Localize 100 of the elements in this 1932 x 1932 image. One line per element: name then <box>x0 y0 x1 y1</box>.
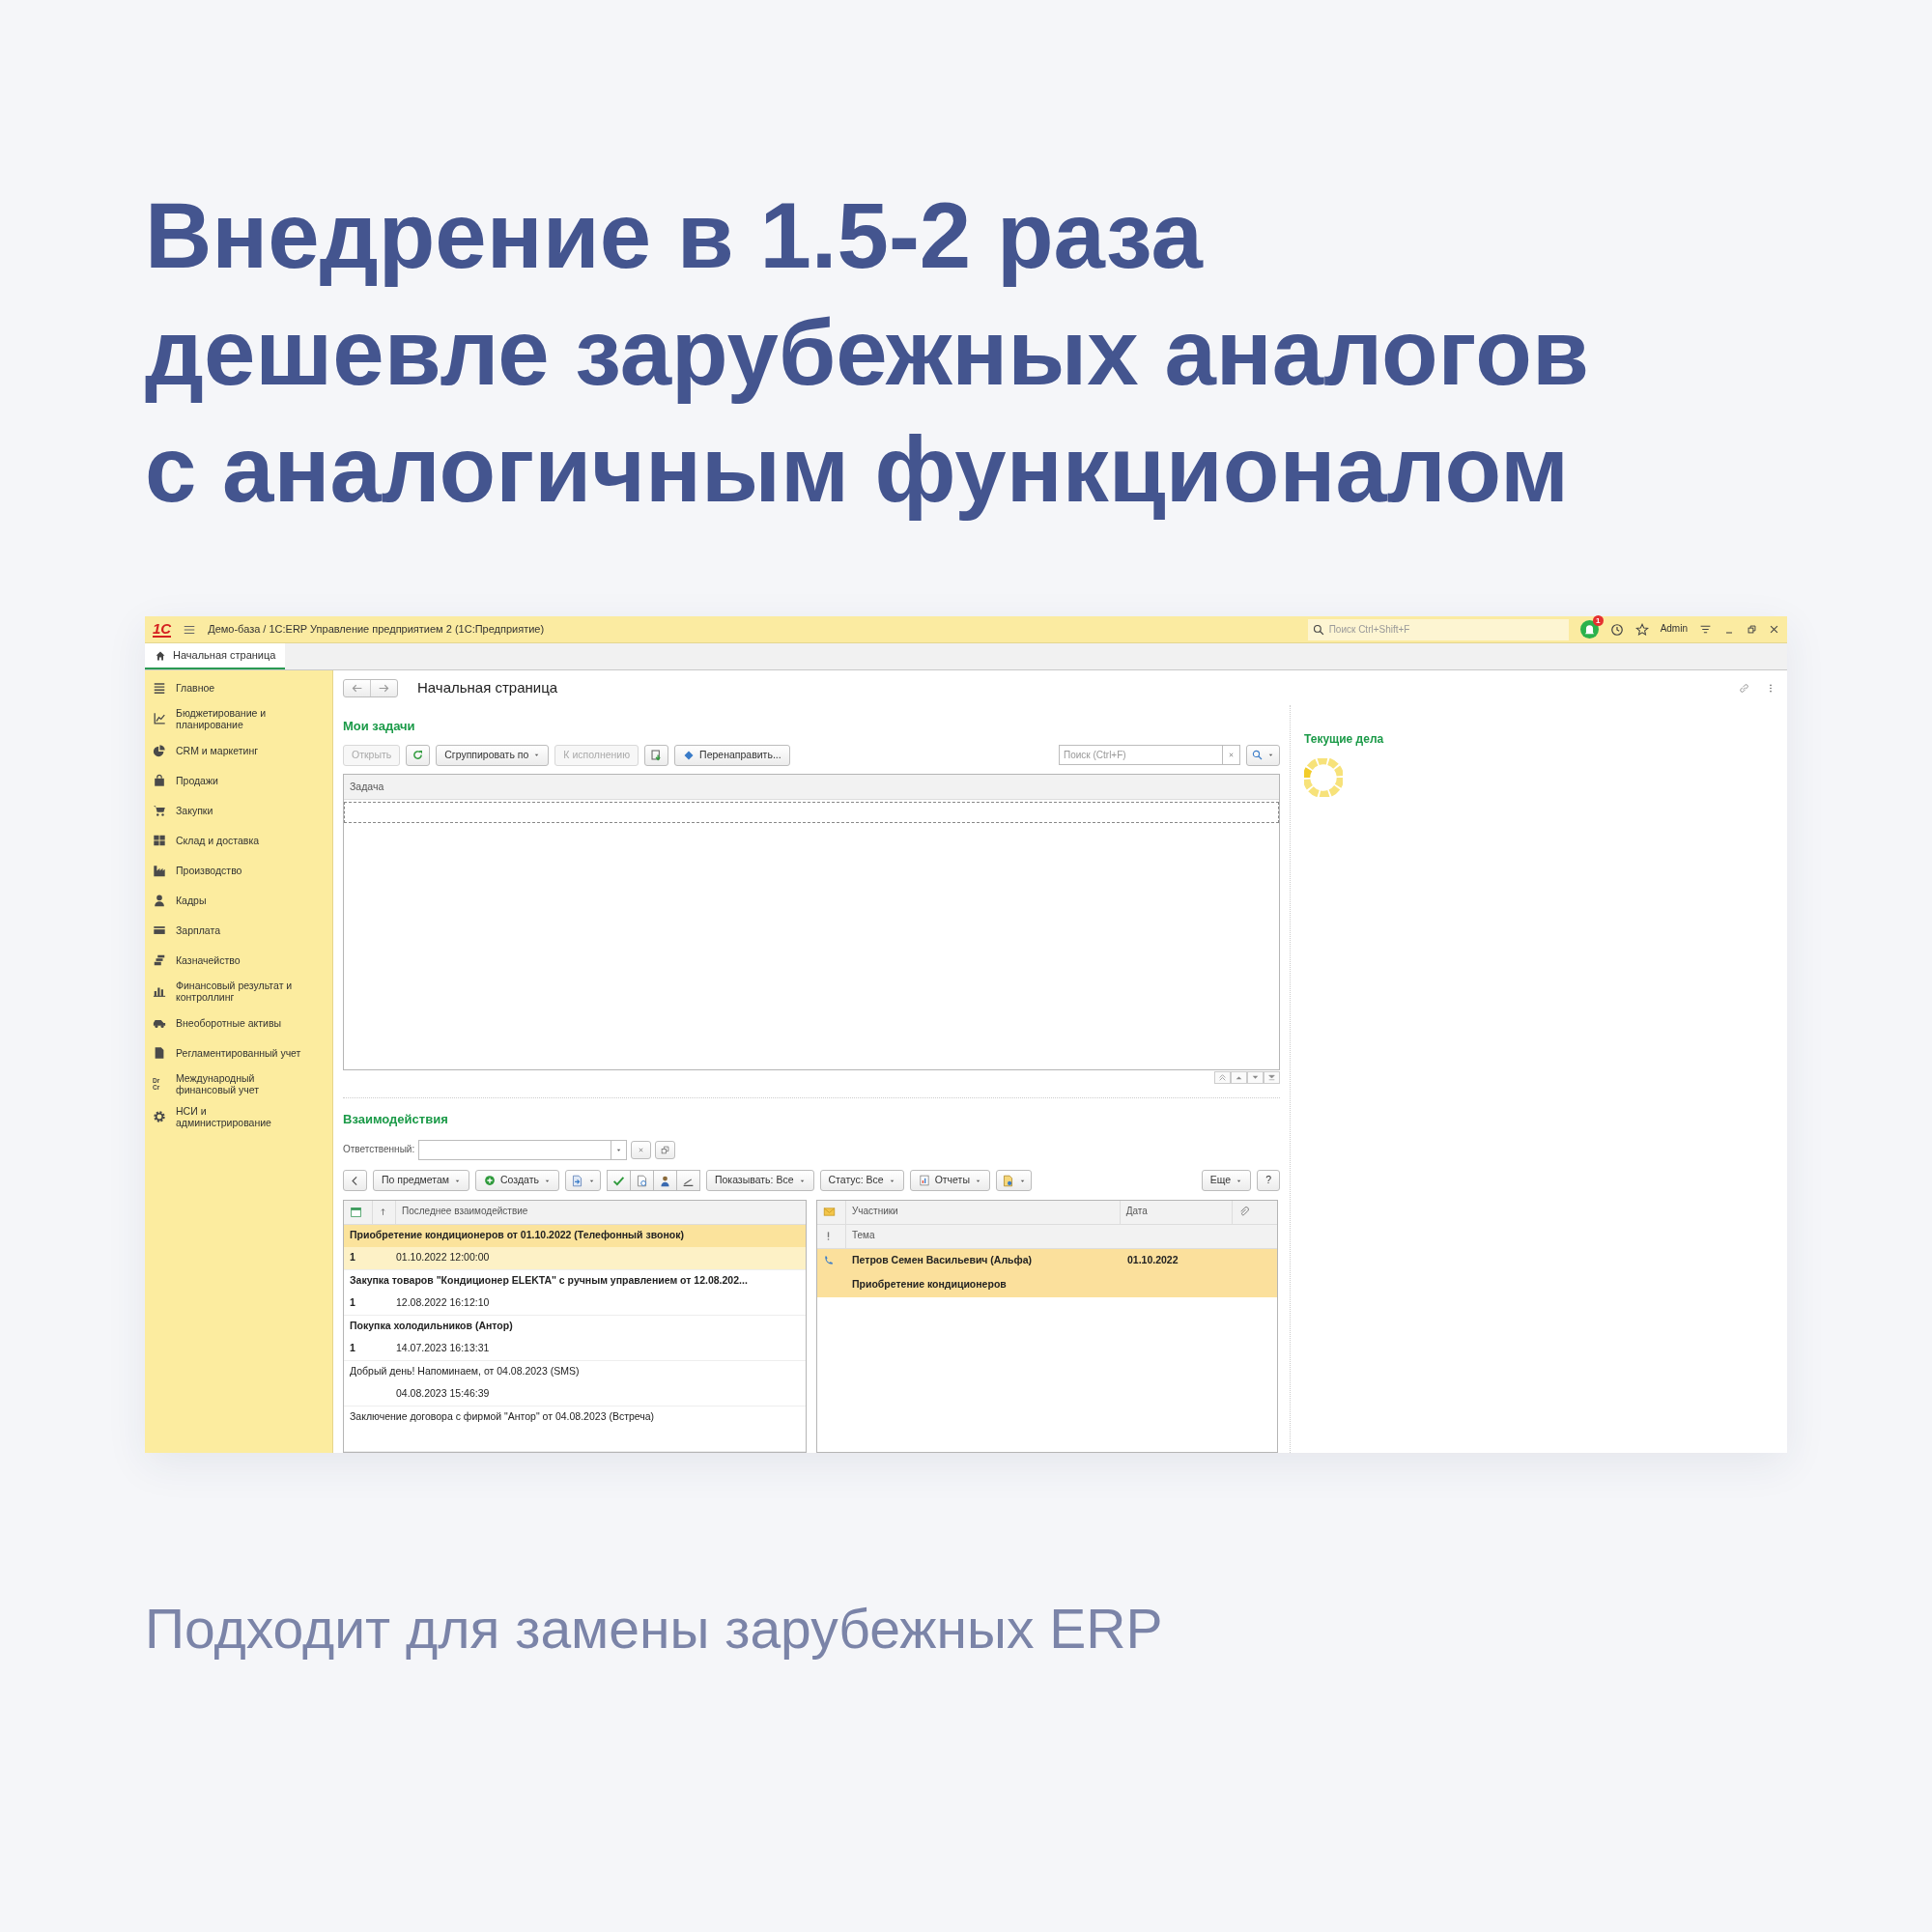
pie-chart-icon <box>153 743 166 757</box>
document-gear-icon <box>1001 1174 1014 1187</box>
sidebar-item[interactable]: НСИ и администрирование <box>145 1100 332 1133</box>
headline-line: с аналогичным функционалом <box>145 416 1569 523</box>
sidebar-item[interactable]: Финансовый результат и контроллинг <box>145 975 332 1008</box>
sidebar-item[interactable]: Бюджетирование и планирование <box>145 702 332 735</box>
sidebar-item[interactable]: Кадры <box>145 885 332 915</box>
list-row[interactable]: Добрый день! Напоминаем, от 04.08.2023 (SMS) 04.08.2023 15:46:39 <box>344 1360 806 1406</box>
dropdown-button[interactable]: Отчеты <box>909 1170 990 1191</box>
clear-button[interactable] <box>631 1140 652 1159</box>
participant-row[interactable]: Петров Семен Васильевич (Альфа) 01.10.2022 Приобретение кондиционеров <box>817 1248 1277 1297</box>
search-icon <box>1252 750 1263 761</box>
sidebar-item[interactable]: Казначейство <box>145 945 332 975</box>
scroll-top-icon <box>1218 1073 1227 1083</box>
notification-bell-icon[interactable] <box>1579 620 1599 639</box>
toolbar-button[interactable]: Перенаправить... <box>674 744 790 766</box>
document-clock-icon <box>635 1174 648 1187</box>
icon-button[interactable] <box>653 1170 677 1191</box>
sidebar-item[interactable]: Главное <box>145 672 332 702</box>
dropdown-button[interactable]: Еще <box>1201 1170 1252 1191</box>
factory-icon <box>153 863 166 877</box>
link-icon[interactable] <box>1738 681 1750 695</box>
icon-button[interactable] <box>606 1170 631 1191</box>
interaction-count: 1 <box>350 1342 356 1355</box>
icon-button[interactable] <box>343 1170 367 1191</box>
headline-line: дешевле зарубежных аналогов <box>145 299 1589 406</box>
interaction-title: Заключение договора с фирмой "Антор" от 04.08.2023 (Встреча) <box>349 1409 656 1425</box>
restore-icon[interactable] <box>1747 624 1757 635</box>
sidebar-item[interactable]: Регламентированный учет <box>145 1037 332 1067</box>
clipboard-icon <box>650 749 664 762</box>
sort-arrow-icon[interactable] <box>379 1207 387 1217</box>
sidebar-item[interactable]: Зарплата <box>145 915 332 945</box>
gear-icon <box>153 1110 166 1123</box>
interaction-time: 12.08.2022 16:12:10 <box>396 1296 490 1310</box>
dropdown-button[interactable]: По предметам <box>373 1170 470 1191</box>
interaction-topic: Приобретение кондиционеров <box>851 1277 1008 1293</box>
interaction-time: 14.07.2023 16:13:31 <box>396 1342 490 1355</box>
search-button[interactable] <box>1246 744 1280 766</box>
paperclip-icon[interactable] <box>1238 1206 1251 1218</box>
scroll-button[interactable] <box>1247 1071 1264 1085</box>
sidebar-item[interactable]: Продажи <box>145 765 332 795</box>
history-icon[interactable] <box>1609 622 1624 637</box>
sidebar-item[interactable]: Склад и доставка <box>145 825 332 855</box>
cart-icon <box>153 803 166 817</box>
interaction-title: Покупка холодильников (Антор) <box>349 1319 514 1334</box>
search-field[interactable]: Поиск (Ctrl+F) <box>1059 745 1223 766</box>
dropdown-button[interactable]: Создать <box>475 1170 559 1191</box>
icon-button[interactable] <box>630 1170 654 1191</box>
envelope-icon[interactable] <box>823 1206 836 1218</box>
column-header: Дата <box>1120 1200 1234 1224</box>
sidebar-item[interactable]: CRM и маркетинг <box>145 735 332 765</box>
icon-dropdown-button[interactable] <box>564 1170 601 1191</box>
list-row[interactable]: Покупка холодильников (Антор) 1 14.07.2023 16:13:31 <box>344 1315 806 1361</box>
interaction-title: Добрый день! Напоминаем, от 04.08.2023 (SMS) <box>349 1364 581 1379</box>
search-field[interactable]: Поиск Ctrl+Shift+F <box>1307 618 1569 640</box>
filter-icon[interactable] <box>1699 623 1712 636</box>
page-tab[interactable]: Начальная страница <box>145 643 286 669</box>
sidebar-item[interactable]: Производство <box>145 855 332 885</box>
user-name[interactable]: Admin <box>1660 623 1688 636</box>
responsible-field[interactable] <box>418 1139 612 1160</box>
dropdown-button[interactable]: Статус: Все <box>819 1170 904 1191</box>
close-icon[interactable] <box>1769 624 1779 635</box>
interaction-title: Закупка товаров "Кондиционер ELEKTA" с ручным управлением от 12.08.202... <box>349 1273 749 1289</box>
column-header: Задача <box>350 781 384 794</box>
scroll-bottom-icon <box>1267 1073 1276 1083</box>
sidebar-item[interactable]: Закупки <box>145 795 332 825</box>
open-button[interactable] <box>655 1140 676 1159</box>
document-arrow-icon <box>570 1174 583 1187</box>
check-icon <box>611 1174 625 1187</box>
scroll-button[interactable] <box>1231 1071 1247 1085</box>
diamond-icon <box>683 749 696 761</box>
list-row[interactable]: Закупка товаров "Кондиционер ELEKTA" с ручным управлением от 12.08.202... 1 12.08.2022 16:12:10 <box>344 1269 806 1316</box>
notification-badge: 1 <box>1592 615 1604 626</box>
section-title: Мои задачи <box>343 719 416 735</box>
dropdown-button[interactable] <box>611 1139 628 1160</box>
toolbar-button[interactable]: ? <box>1257 1170 1280 1191</box>
home-icon <box>155 649 166 662</box>
star-icon[interactable] <box>1634 622 1649 637</box>
icon-button[interactable] <box>644 744 669 766</box>
icon-dropdown-button[interactable] <box>995 1170 1032 1191</box>
column-header: Последнее взаимодействие <box>401 1205 529 1219</box>
participant-name: Петров Семен Васильевич (Альфа) <box>851 1253 1034 1268</box>
clear-button[interactable] <box>1223 745 1240 766</box>
loading-spinner-icon <box>1304 758 1343 797</box>
list-row[interactable]: Приобретение кондиционеров от 01.10.2022 (Телефонный звонок) 1 01.10.2022 12:00:00 <box>344 1224 806 1270</box>
list-icon <box>153 680 166 695</box>
column-header: Участники <box>845 1200 1121 1224</box>
icon-button[interactable] <box>676 1170 700 1191</box>
scroll-button[interactable] <box>1214 1071 1231 1085</box>
bag-icon <box>153 773 166 787</box>
dropdown-button[interactable]: Сгруппировать по <box>436 744 550 766</box>
icon-button[interactable] <box>406 744 431 766</box>
interaction-time: 04.08.2023 15:46:39 <box>396 1387 490 1401</box>
interaction-count: 1 <box>350 1296 356 1310</box>
sidebar-item[interactable]: Внеоборотные активы <box>145 1008 332 1037</box>
scroll-button[interactable] <box>1264 1071 1280 1085</box>
list-row[interactable]: Заключение договора с фирмой "Антор" от 04.08.2023 (Встреча) <box>344 1406 806 1452</box>
calendar-icon[interactable] <box>350 1206 362 1218</box>
dropdown-button[interactable]: Показывать: Все <box>705 1170 814 1191</box>
line-chart-icon <box>153 712 166 725</box>
